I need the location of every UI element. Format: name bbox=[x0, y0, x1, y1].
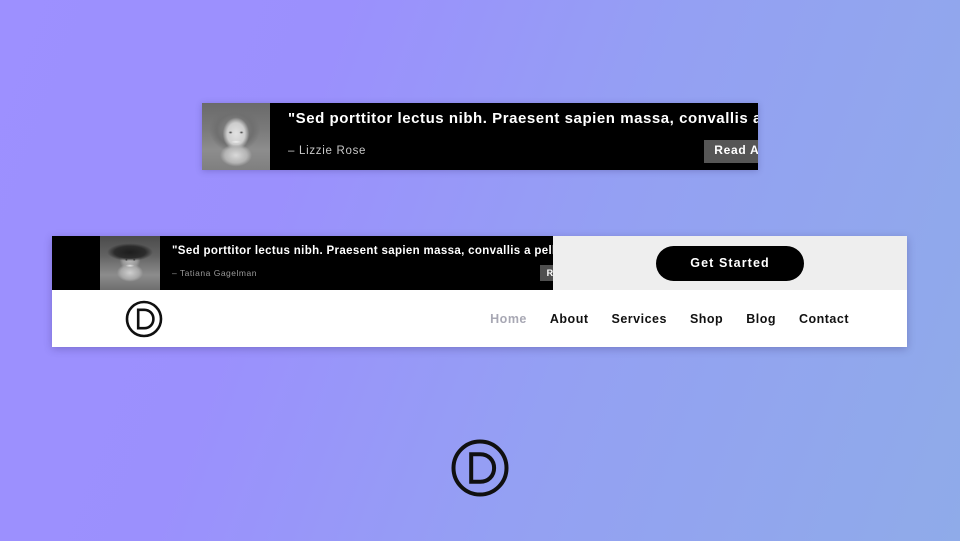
read-all-button[interactable]: Read All bbox=[704, 140, 758, 163]
avatar bbox=[100, 236, 160, 290]
site-logo[interactable] bbox=[124, 299, 164, 339]
primary-navigation-bar: Home About Services Shop Blog Contact bbox=[52, 290, 907, 347]
nav-link-services[interactable]: Services bbox=[612, 312, 667, 326]
nav-link-about[interactable]: About bbox=[550, 312, 589, 326]
nav-link-blog[interactable]: Blog bbox=[746, 312, 776, 326]
testimonial-author: – Lizzie Rose bbox=[288, 145, 367, 158]
website-header-card: "Sed porttitor lectus nibh. Praesent sap… bbox=[52, 236, 907, 347]
testimonial-quote: "Sed porttitor lectus nibh. Praesent sap… bbox=[288, 110, 758, 128]
divi-logo-large bbox=[449, 437, 511, 499]
testimonial-quote: "Sed porttitor lectus nibh. Praesent sap… bbox=[172, 245, 553, 257]
nav-link-shop[interactable]: Shop bbox=[690, 312, 723, 326]
avatar bbox=[202, 103, 270, 170]
testimonial-banner-preview: "Sed porttitor lectus nibh. Praesent sap… bbox=[202, 103, 758, 170]
testimonial-footer-row: – Lizzie Rose Read All bbox=[288, 140, 758, 163]
utility-promo-testimonial: "Sed porttitor lectus nibh. Praesent sap… bbox=[52, 236, 553, 290]
nav-link-home[interactable]: Home bbox=[490, 312, 527, 326]
get-started-button[interactable]: Get Started bbox=[656, 245, 804, 281]
divi-logo-icon bbox=[451, 439, 509, 497]
nav-link-contact[interactable]: Contact bbox=[799, 312, 849, 326]
read-all-button[interactable]: Read All bbox=[539, 265, 553, 281]
utility-bar: "Sed porttitor lectus nibh. Praesent sap… bbox=[52, 236, 907, 290]
testimonial-content: "Sed porttitor lectus nibh. Praesent sap… bbox=[270, 103, 758, 170]
divi-logo-icon bbox=[125, 300, 163, 337]
testimonial-author: – Tatiana Gagelman bbox=[172, 268, 257, 278]
cta-area: Get Started bbox=[553, 236, 907, 290]
promo-content: "Sed porttitor lectus nibh. Praesent sap… bbox=[160, 236, 553, 290]
nav-links: Home About Services Shop Blog Contact bbox=[490, 312, 849, 326]
promo-footer-row: – Tatiana Gagelman Read All bbox=[172, 265, 553, 281]
